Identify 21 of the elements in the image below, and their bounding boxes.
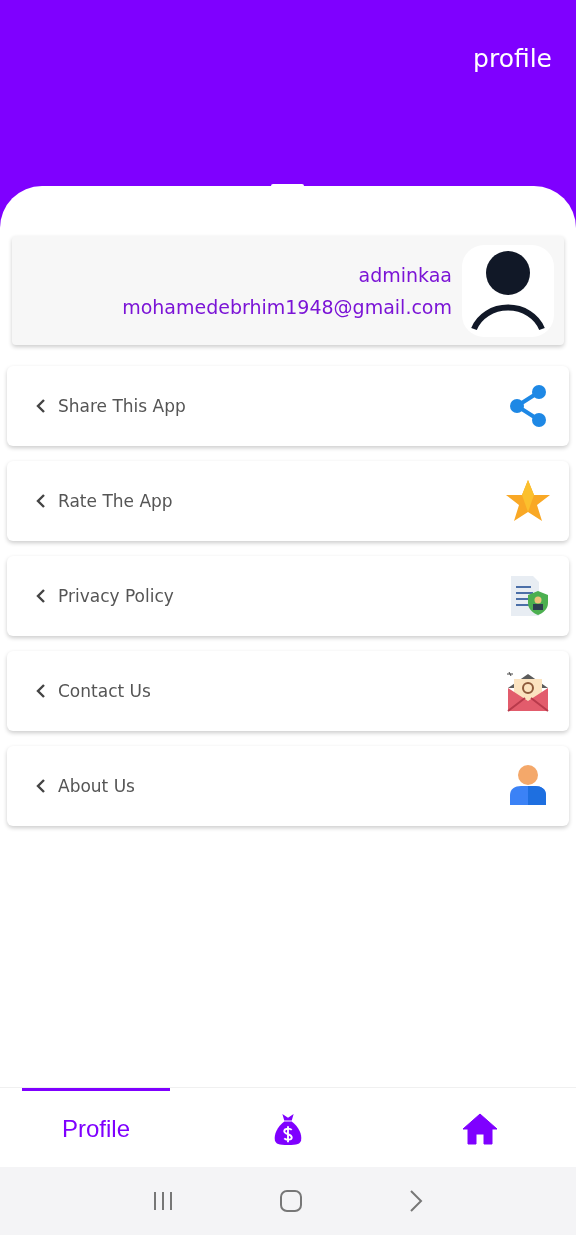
star-icon	[505, 478, 551, 524]
home-button-icon[interactable]	[279, 1189, 303, 1213]
page-title: profile	[473, 44, 552, 73]
menu-item[interactable]: Share This App	[7, 366, 569, 446]
chevron-left-icon	[36, 398, 46, 414]
email-address: mohamedebrhim1948@gmail.com	[122, 295, 452, 318]
chevron-left-icon	[36, 683, 46, 699]
chevron-left-icon	[36, 778, 46, 794]
menu-item[interactable]: Privacy Policy	[7, 556, 569, 636]
recent-apps-icon[interactable]	[152, 1190, 175, 1212]
menu-item[interactable]: About Us	[7, 746, 569, 826]
chevron-left-icon	[36, 493, 46, 509]
chevron-left-icon	[36, 588, 46, 604]
avatar-icon	[462, 244, 554, 337]
username: adminkaa	[358, 263, 452, 286]
drag-handle[interactable]	[271, 184, 304, 188]
home-icon	[462, 1113, 498, 1145]
money-bag-icon	[273, 1112, 303, 1146]
back-icon[interactable]	[407, 1189, 424, 1213]
menu-item[interactable]: Rate The App	[7, 461, 569, 541]
menu-item[interactable]: Contact Us	[7, 651, 569, 731]
